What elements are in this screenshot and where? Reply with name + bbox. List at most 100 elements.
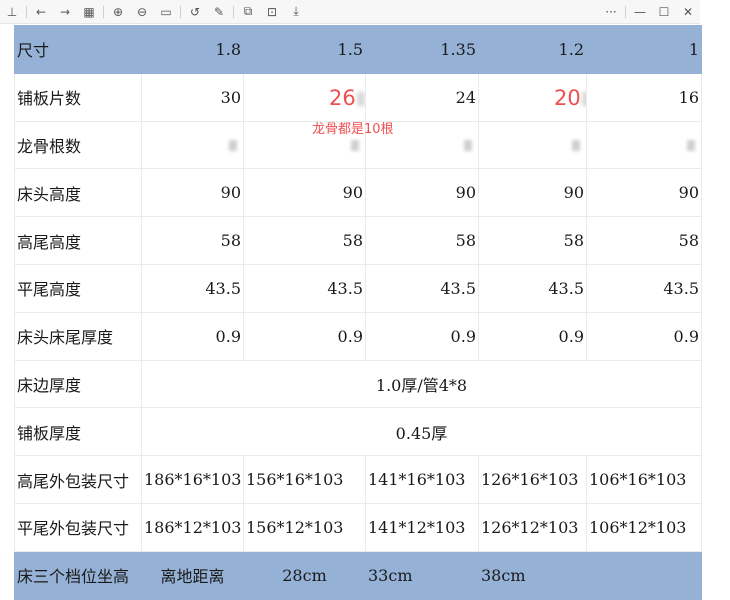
table-cell: 90 [141,168,244,218]
table-cell: 141*12*103 [365,502,479,552]
edit-icon[interactable]: ✎ [207,1,231,23]
table-cell: 0.9 [478,311,587,361]
table-row: 铺板片数 30 26 24 20 16 [14,72,702,122]
table-cell: 26 [243,72,366,122]
table-cell: 141*16*103 [365,455,479,504]
table-cell: 离地距离 [141,550,244,600]
row-label: 龙骨根数 [14,120,142,170]
table-cell: 58 [243,216,366,265]
table-row: 高尾高度 58 58 58 58 58 [14,216,702,265]
table-row: 高尾外包装尺寸 186*16*103 156*16*103 141*16*103… [14,455,702,504]
row-label: 铺板片数 [14,72,142,122]
header-label: 尺寸 [14,25,142,74]
zoom-out-icon[interactable]: ⊖ [130,1,154,23]
grid-view-icon[interactable]: ▦ [77,1,101,23]
toolbar-separator [103,5,104,18]
forward-icon[interactable]: → [53,1,77,23]
table-cell [586,120,702,170]
table-cell: 43.5 [478,263,587,313]
row-label: 平尾高度 [14,263,142,313]
redacted-value [229,140,237,152]
table-cell [478,120,587,170]
table-cell: 126*12*103 [478,502,587,552]
table-cell: 58 [586,216,702,265]
table-row: 床边厚度 1.0厚/管4*8 [14,359,702,409]
row-label: 床头床尾厚度 [14,311,142,361]
table-row: 铺板厚度 0.45厚 [14,407,702,457]
table-cell: 90 [586,168,702,218]
table-cell: 1.35 [365,25,479,74]
table-cell: 58 [478,216,587,265]
table-cell: 24 [365,72,479,122]
actual-size-icon[interactable]: ▭ [154,1,178,23]
table-cell: 1.2 [478,25,587,74]
annotated-value: 20 [554,86,586,110]
merged-cell: 1.0厚/管4*8 [141,359,702,409]
table-row: 床三个档位坐高 离地距离 28cm 33cm 38cm [14,550,702,600]
annotated-value: 26 [329,86,365,110]
redacted-value [464,140,472,152]
table-cell: 126*16*103 [478,455,587,504]
bed-spec-table: 尺寸 1.8 1.5 1.35 1.2 1 铺板片数 30 26 24 20 1… [14,25,702,600]
table-cell: 106*16*103 [586,455,702,504]
table-row: 平尾高度 43.5 43.5 43.5 43.5 43.5 [14,263,702,313]
table-cell [141,120,244,170]
pin-icon[interactable]: ⊥ [0,1,24,23]
row-label: 高尾外包装尺寸 [14,455,142,504]
table-cell: 43.5 [243,263,366,313]
back-icon[interactable]: ← [29,1,53,23]
table-cell: 20 [478,72,587,122]
table-cell: 58 [141,216,244,265]
crop-icon[interactable]: ⊡ [260,1,284,23]
more-icon[interactable]: ··· [599,1,623,23]
merged-cell: 0.45厚 [141,407,702,457]
table-cell: 186*12*103 [141,502,244,552]
table-cell: 30 [141,72,244,122]
table-cell: 28cm [243,550,366,600]
table-cell: 0.9 [141,311,244,361]
row-label: 床边厚度 [14,359,142,409]
table-cell: 58 [365,216,479,265]
table-cell: 90 [365,168,479,218]
table-cell: 43.5 [141,263,244,313]
redacted-value [687,140,695,152]
toolbar-separator [625,5,626,18]
table-cell: 1.5 [243,25,366,74]
row-label: 平尾外包装尺寸 [14,502,142,552]
table-cell: 106*12*103 [586,502,702,552]
table-cell: 38cm [478,550,587,600]
close-icon[interactable]: ✕ [676,1,700,23]
copy-icon[interactable]: ⧉ [236,1,260,23]
table-row: 床头高度 90 90 90 90 90 [14,168,702,218]
image-viewer-toolbar: ⊥ ← → ▦ ⊕ ⊖ ▭ ↺ ✎ ⧉ ⊡ ⤓ ··· — ☐ ✕ [0,0,700,24]
table-cell: 90 [243,168,366,218]
toolbar-separator [180,5,181,18]
zoom-in-icon[interactable]: ⊕ [106,1,130,23]
row-label: 床头高度 [14,168,142,218]
table-header-row: 尺寸 1.8 1.5 1.35 1.2 1 [14,25,702,74]
table-cell: 0.9 [365,311,479,361]
window-margin [700,0,730,591]
maximize-icon[interactable]: ☐ [652,1,676,23]
table-cell [586,550,702,600]
table-cell: 90 [478,168,587,218]
row-label: 床三个档位坐高 [14,550,142,600]
toolbar-separator [26,5,27,18]
rotate-icon[interactable]: ↺ [183,1,207,23]
table-cell: 1 [586,25,702,74]
table-cell: 0.9 [243,311,366,361]
table-cell: 0.9 [586,311,702,361]
toolbar-separator [233,5,234,18]
table-row: 平尾外包装尺寸 186*12*103 156*12*103 141*12*103… [14,502,702,552]
table-cell: 43.5 [365,263,479,313]
table-cell: 33cm [365,550,479,600]
row-label: 铺板厚度 [14,407,142,457]
minimize-icon[interactable]: — [628,1,652,23]
download-icon[interactable]: ⤓ [284,1,308,23]
annotation-note: 龙骨都是10根 [312,122,394,137]
row-label: 高尾高度 [14,216,142,265]
table-cell: 16 [586,72,702,122]
table-cell: 156*12*103 [243,502,366,552]
redacted-value [572,140,580,152]
table-cell: 1.8 [141,25,244,74]
